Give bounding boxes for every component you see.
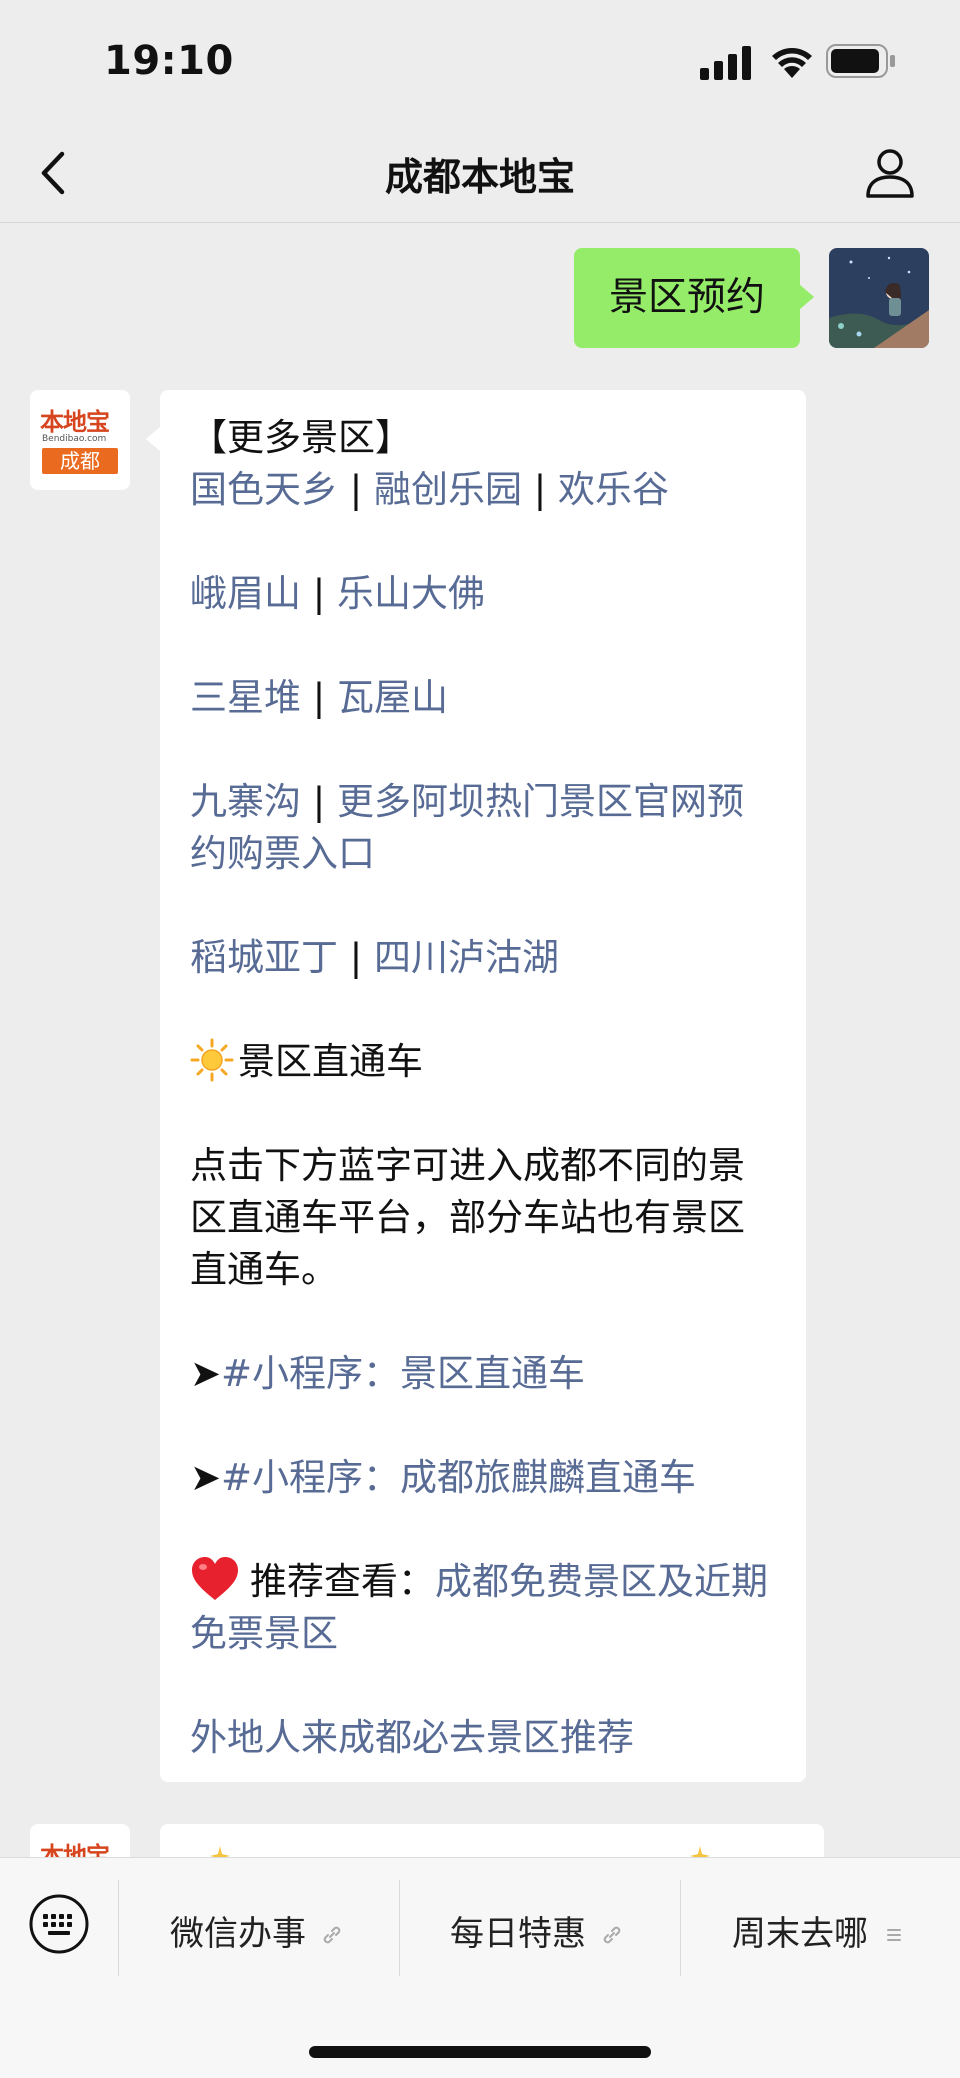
link-luguhu[interactable]: 四川泸沽湖 bbox=[374, 936, 559, 979]
official-account-avatar[interactable]: 本地宝 Bendibao.com 成都 bbox=[30, 390, 130, 490]
menu-item-daily-deals[interactable]: 每日特惠 bbox=[450, 1906, 624, 1955]
keyboard-icon[interactable] bbox=[28, 1893, 90, 1955]
link-must-visit-recommendation[interactable]: 外地人来成都必去景区推荐 bbox=[190, 1716, 634, 1759]
scenic-row-1: 国色天乡 | 融创乐园 | 欢乐谷 bbox=[190, 464, 780, 516]
avatar-logo-domain: Bendibao.com bbox=[42, 434, 107, 444]
link-mini-program-scenic-bus[interactable]: #小程序：景区直通车 bbox=[221, 1352, 585, 1395]
arrow-marker: ➤ bbox=[190, 1352, 222, 1395]
heart-icon bbox=[192, 1557, 238, 1600]
separator: | bbox=[338, 936, 374, 979]
home-indicator bbox=[309, 2046, 651, 2058]
battery-icon bbox=[826, 44, 895, 78]
link-emeishan[interactable]: 峨眉山 bbox=[190, 572, 301, 615]
user-avatar-image bbox=[829, 248, 929, 348]
menu-divider bbox=[680, 1880, 681, 1976]
sun-icon bbox=[190, 1038, 234, 1082]
menu-list-icon bbox=[887, 1929, 901, 1941]
link-guosetianxiang[interactable]: 国色天乡 bbox=[190, 468, 338, 511]
link-sanxingdui[interactable]: 三星堆 bbox=[190, 676, 301, 719]
separator: | bbox=[338, 468, 374, 511]
separator: | bbox=[301, 676, 337, 719]
recommend-label: 推荐查看： bbox=[250, 1560, 435, 1603]
section-title: 景区直通车 bbox=[238, 1040, 423, 1083]
status-time: 19:10 bbox=[104, 38, 234, 84]
link-daocheng-yading[interactable]: 稻城亚丁 bbox=[190, 936, 338, 979]
link-huanlegu[interactable]: 欢乐谷 bbox=[558, 468, 669, 511]
navigation-bar: 成都本地宝 bbox=[0, 124, 960, 223]
section-title-row: 景区直通车 bbox=[190, 1036, 780, 1088]
message-header: 【更多景区】 bbox=[190, 416, 412, 459]
mini-program-row-2: ➤#小程序：成都旅麒麟直通车 bbox=[190, 1452, 780, 1504]
link-icon bbox=[323, 1926, 341, 1944]
sent-message-bubble[interactable]: 景区预约 bbox=[574, 248, 814, 348]
menu-item-label: 微信办事 bbox=[170, 1914, 306, 1954]
menu-item-label: 每日特惠 bbox=[450, 1914, 586, 1954]
wifi-icon bbox=[772, 48, 812, 78]
cellular-signal-icon bbox=[700, 46, 751, 80]
separator: | bbox=[301, 780, 337, 823]
menu-divider bbox=[399, 1880, 400, 1976]
description-paragraph: 点击下方蓝字可进入成都不同的景区直通车平台，部分车站也有景区直通车。 bbox=[190, 1144, 745, 1291]
scenic-row-5: 稻城亚丁 | 四川泸沽湖 bbox=[190, 932, 780, 984]
separator: | bbox=[301, 572, 337, 615]
mini-program-row-1: ➤#小程序：景区直通车 bbox=[190, 1348, 780, 1400]
link-mini-program-qilin-bus[interactable]: #小程序：成都旅麒麟直通车 bbox=[221, 1456, 696, 1499]
link-jiuzhaigou[interactable]: 九寨沟 bbox=[190, 780, 301, 823]
menu-item-wechat-services[interactable]: 微信办事 bbox=[170, 1906, 344, 1955]
user-avatar[interactable] bbox=[829, 248, 929, 348]
link-wawushan[interactable]: 瓦屋山 bbox=[337, 676, 448, 719]
last-row: 外地人来成都必去景区推荐 bbox=[190, 1712, 780, 1764]
arrow-marker: ➤ bbox=[190, 1456, 222, 1499]
separator: | bbox=[522, 468, 558, 511]
avatar-logo-city: 成都 bbox=[42, 448, 118, 474]
menu-item-label: 周末去哪 bbox=[732, 1914, 868, 1954]
scenic-row-2: 峨眉山 | 乐山大佛 bbox=[190, 568, 780, 620]
menu-item-weekend[interactable]: 周末去哪 bbox=[732, 1906, 906, 1955]
received-message-bubble: 【更多景区】 国色天乡 | 融创乐园 | 欢乐谷 峨眉山 | 乐山大佛 三星堆 … bbox=[146, 390, 806, 1782]
profile-icon[interactable] bbox=[862, 144, 918, 200]
link-leshandafo[interactable]: 乐山大佛 bbox=[337, 572, 485, 615]
scenic-row-4: 九寨沟 | 更多阿坝热门景区官网预约购票入口 bbox=[190, 776, 780, 880]
link-rongchuang[interactable]: 融创乐园 bbox=[374, 468, 522, 511]
avatar-logo-text: 本地宝 bbox=[40, 408, 110, 436]
scenic-row-3: 三星堆 | 瓦屋山 bbox=[190, 672, 780, 724]
page-title: 成都本地宝 bbox=[384, 155, 575, 199]
status-bar: 19:10 bbox=[0, 0, 960, 124]
link-icon bbox=[603, 1926, 621, 1944]
bottom-menu: 微信办事 每日特惠 周末去哪 bbox=[0, 1857, 960, 2078]
recommend-row: 推荐查看：成都免费景区及近期免票景区 bbox=[190, 1556, 780, 1660]
menu-divider bbox=[118, 1880, 119, 1976]
